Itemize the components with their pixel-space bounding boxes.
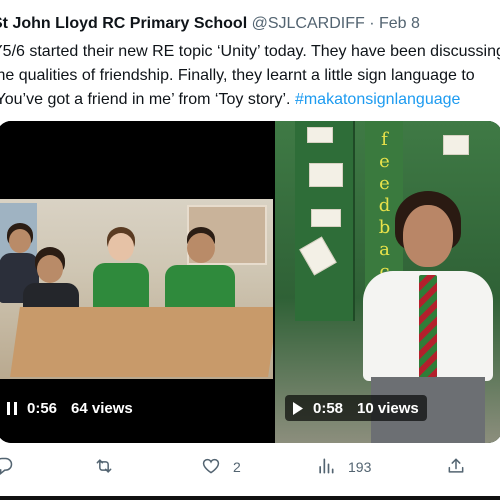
tweet-card[interactable]: St John Lloyd RC Primary School @SJLCARD… [0, 0, 500, 500]
hashtag-link[interactable]: #makatonsignlanguage [295, 91, 460, 108]
share-button[interactable] [446, 452, 466, 482]
like-count: 2 [233, 459, 241, 475]
views-button[interactable]: 193 [316, 452, 371, 482]
reply-icon [0, 456, 14, 479]
wall-paper [443, 135, 469, 155]
wall-paper [309, 163, 343, 187]
tweet-header: St John Lloyd RC Primary School @SJLCARD… [0, 14, 420, 34]
pupil-figure [93, 227, 149, 317]
video-overlay-right: 0:58 10 views [285, 395, 427, 421]
video-player-left[interactable]: 0:56 64 views [0, 121, 273, 443]
heart-icon [201, 456, 221, 479]
classroom-thumbnail [0, 199, 273, 379]
wall-paper [311, 209, 341, 227]
video-views: 64 views [71, 399, 133, 417]
tweet-text-line: ‘You’ve got a friend in me’ from ‘Toy st… [0, 88, 500, 112]
like-button[interactable]: 2 [201, 452, 241, 482]
pupil-figure [165, 227, 235, 317]
video-views: 10 views [357, 399, 419, 417]
video-time: 0:58 [313, 399, 344, 417]
video-overlay-left: 0:56 64 views [5, 395, 133, 421]
reply-button[interactable] [0, 452, 14, 482]
share-icon [446, 456, 466, 479]
classroom-table [10, 307, 273, 377]
media-grid: 0:56 64 views feedback 0:58 10 views [0, 121, 500, 443]
views-count: 193 [348, 459, 372, 475]
tweet-text-line: the qualities of friendship. Finally, th… [0, 67, 475, 84]
video-player-right[interactable]: feedback 0:58 10 views [275, 121, 500, 443]
retweet-button[interactable] [94, 452, 114, 482]
separator-dot: · [369, 15, 375, 32]
wall-paper [307, 127, 333, 143]
video-time: 0:56 [27, 399, 58, 417]
tweet-text: Y5/6 started their new RE topic ‘Unity’ … [0, 40, 500, 112]
tweet-date[interactable]: Feb 8 [379, 15, 420, 32]
tweet-text-fragment: ‘You’ve got a friend in me’ from ‘Toy st… [0, 91, 295, 108]
retweet-icon [94, 456, 114, 479]
tweet-text-line: Y5/6 started their new RE topic ‘Unity’ … [0, 43, 500, 60]
author-name[interactable]: St John Lloyd RC Primary School [0, 15, 247, 32]
play-icon[interactable] [291, 401, 305, 415]
analytics-icon [316, 456, 336, 479]
author-handle[interactable]: @SJLCARDIFF [252, 15, 365, 32]
tweet-actions: 2 193 [0, 452, 500, 482]
pause-icon[interactable] [5, 401, 19, 415]
